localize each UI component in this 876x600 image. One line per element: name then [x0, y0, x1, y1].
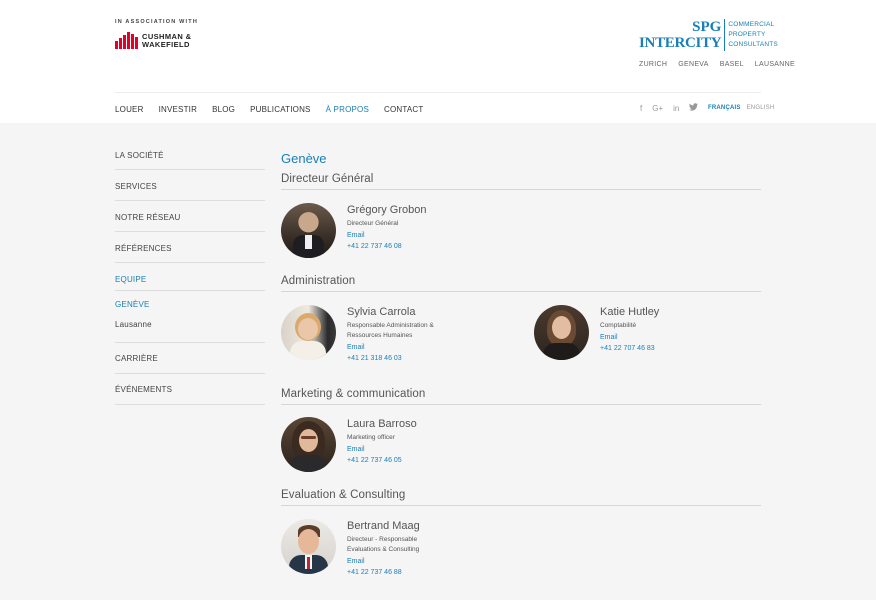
sidebar-item-carriere[interactable]: CARRIÈRE [115, 354, 265, 363]
person-role: Evaluations & Consulting [347, 546, 420, 553]
section-header: Evaluation & Consulting [281, 489, 761, 506]
person-photo [281, 519, 336, 574]
brand-separator [724, 19, 726, 51]
sidebar-divider [115, 169, 265, 170]
brand-tagline: COMMERCIAL PROPERTY CONSULTANTS [728, 21, 778, 48]
person-email-link[interactable]: Email [347, 232, 426, 239]
facebook-icon[interactable]: f [640, 104, 642, 113]
person-name: Sylvia Carrola [347, 306, 416, 318]
person-role: Marketing officer [347, 434, 395, 441]
section-divider [281, 404, 761, 405]
section-divider [281, 505, 761, 506]
city-link-geneva[interactable]: GENEVA [678, 61, 708, 68]
header-divider [115, 92, 761, 93]
sidebar-divider [115, 290, 265, 291]
association-label: IN ASSOCIATION WITH [115, 19, 198, 25]
person-photo [281, 417, 336, 472]
brand-name: SPG INTERCITY [639, 19, 722, 51]
person-phone-link[interactable]: +41 22 707 46 83 [600, 345, 659, 352]
sidebar-divider [115, 231, 265, 232]
nav-a-propos[interactable]: À PROPOS [326, 105, 369, 114]
sidebar-item-la-societe[interactable]: LA SOCIÉTÉ [115, 151, 265, 160]
section-divider [281, 189, 761, 190]
social-links: f G+ in [640, 103, 708, 113]
main-nav: LOUER INVESTIR BLOG PUBLICATIONS À PROPO… [115, 105, 438, 114]
person-card: Sylvia Carrola Responsable Administratio… [281, 305, 434, 362]
sidebar-divider [115, 200, 265, 201]
google-plus-icon[interactable]: G+ [652, 104, 663, 113]
nav-blog[interactable]: BLOG [212, 105, 235, 114]
nav-contact[interactable]: CONTACT [384, 105, 423, 114]
sidebar-divider [115, 342, 265, 343]
nav-investir[interactable]: INVESTIR [159, 105, 198, 114]
sidebar-item-equipe[interactable]: EQUIPE [115, 275, 265, 284]
cushman-wakefield-logo[interactable]: CUSHMAN & WAKEFIELD [115, 32, 191, 49]
sidebar-divider [115, 404, 265, 405]
partner-name: CUSHMAN & WAKEFIELD [142, 31, 192, 49]
spg-intercity-logo[interactable]: SPG INTERCITY COMMERCIAL PROPERTY CONSUL… [639, 19, 778, 51]
section-header: Directeur Général [281, 173, 761, 190]
person-name: Bertrand Maag [347, 520, 420, 532]
person-role: Directeur Général [347, 220, 399, 227]
site-header: IN ASSOCIATION WITH CUSHMAN & WAKEFIELD … [0, 0, 876, 123]
language-switcher: FRANÇAIS ENGLISH [708, 105, 774, 111]
sidebar-item-evenements[interactable]: ÉVÉNEMENTS [115, 385, 265, 394]
lang-english[interactable]: ENGLISH [747, 105, 775, 111]
person-role: Responsable Administration & [347, 322, 434, 329]
city-link-basel[interactable]: BASEL [720, 61, 744, 68]
person-phone-link[interactable]: +41 22 737 46 08 [347, 243, 426, 250]
sidebar-divider [115, 262, 265, 263]
sidebar-item-references[interactable]: RÉFÉRENCES [115, 244, 265, 253]
person-email-link[interactable]: Email [347, 558, 420, 565]
person-name: Grégory Grobon [347, 204, 427, 216]
person-photo [534, 305, 589, 360]
lang-francais[interactable]: FRANÇAIS [708, 105, 741, 111]
sidebar-sub-geneve[interactable]: GENÈVE [115, 300, 150, 309]
cw-bars-icon [115, 32, 138, 49]
city-link-zurich[interactable]: ZURICH [639, 61, 667, 68]
person-email-link[interactable]: Email [600, 334, 659, 341]
nav-publications[interactable]: PUBLICATIONS [250, 105, 311, 114]
nav-louer[interactable]: LOUER [115, 105, 144, 114]
person-card: Grégory Grobon Directeur Général Email +… [281, 203, 426, 258]
person-card: Laura Barroso Marketing officer Email +4… [281, 417, 417, 472]
section-header: Administration [281, 275, 761, 292]
person-photo [281, 305, 336, 360]
person-email-link[interactable]: Email [347, 344, 434, 351]
section-title: Marketing & communication [281, 388, 426, 400]
content-area: LA SOCIÉTÉ SERVICES NOTRE RÉSEAU RÉFÉREN… [0, 123, 876, 600]
person-name: Laura Barroso [347, 418, 417, 430]
person-email-link[interactable]: Email [347, 446, 417, 453]
section-title: Evaluation & Consulting [281, 489, 406, 501]
linkedin-icon[interactable]: in [673, 104, 679, 113]
person-phone-link[interactable]: +41 21 318 46 03 [347, 355, 434, 362]
person-role: Comptabilité [600, 322, 637, 329]
page-title: Genève [281, 151, 327, 166]
sidebar-item-notre-reseau[interactable]: NOTRE RÉSEAU [115, 213, 265, 222]
city-link-lausanne[interactable]: LAUSANNE [755, 61, 795, 68]
person-role: Ressources Humaines [347, 332, 413, 339]
sidebar-divider [115, 373, 265, 374]
person-role: Directeur - Responsable [347, 536, 418, 543]
person-phone-link[interactable]: +41 22 737 46 88 [347, 569, 420, 576]
section-title: Directeur Général [281, 173, 374, 185]
person-name: Katie Hutley [600, 306, 660, 318]
section-header: Marketing & communication [281, 388, 761, 405]
section-title: Administration [281, 275, 356, 287]
section-divider [281, 291, 761, 292]
person-card: Katie Hutley Comptabilité Email +41 22 7… [534, 305, 659, 360]
sidebar-item-services[interactable]: SERVICES [115, 182, 265, 191]
person-phone-link[interactable]: +41 22 737 46 05 [347, 457, 417, 464]
city-links: ZURICH GENEVA BASEL LAUSANNE [639, 61, 795, 68]
twitter-icon[interactable] [689, 103, 699, 113]
sidebar-sub-lausanne[interactable]: Lausanne [115, 320, 152, 329]
person-card: Bertrand Maag Directeur - Responsable Ev… [281, 519, 420, 576]
person-photo [281, 203, 336, 258]
